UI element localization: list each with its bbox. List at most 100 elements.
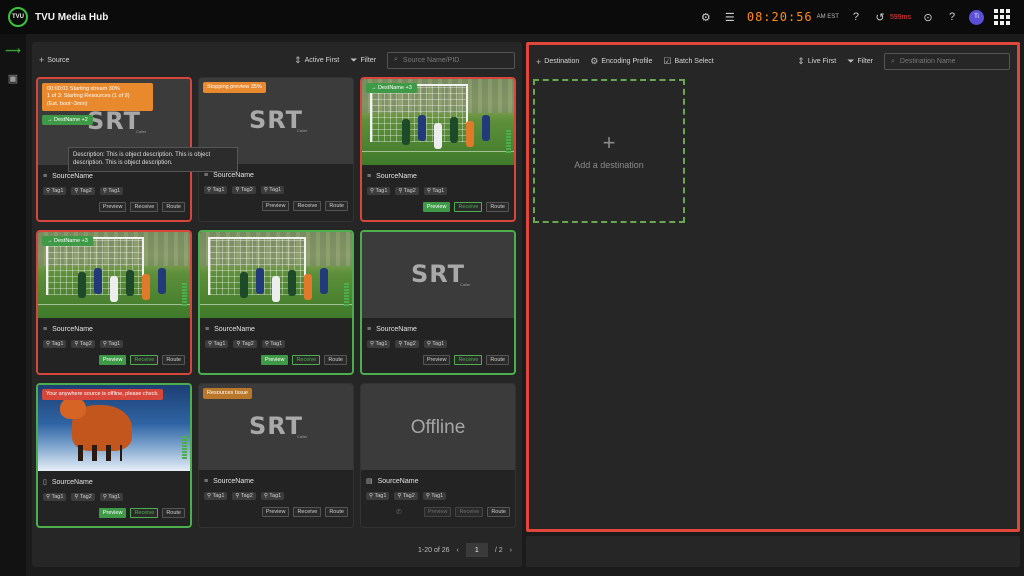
source-thumbnail[interactable]: SRT Caller — [362, 232, 514, 318]
receive-button[interactable]: Receive — [130, 355, 159, 365]
add-destination-button[interactable]: + Destination — [536, 57, 579, 67]
route-button[interactable]: Route — [486, 202, 509, 212]
pagination-range: 1-20 of 26 — [417, 546, 450, 554]
preview-button[interactable]: Preview — [98, 355, 127, 365]
wifi-icon[interactable]: ? — [849, 10, 863, 24]
encoding-profile-button[interactable]: ⚙ Encoding Profile — [590, 56, 652, 67]
receive-button[interactable]: Receive — [130, 508, 159, 518]
destination-pill[interactable]: → DestName +3 — [42, 236, 93, 246]
tag-label: Tag1 — [375, 188, 388, 194]
tag: ⚲ Tag2 — [394, 492, 418, 500]
source-thumbnail[interactable]: → DestName +3 — [362, 79, 514, 165]
source-search-input[interactable]: ⌕ Source Name/PID — [387, 51, 515, 69]
prev-page-icon[interactable]: ‹ — [457, 547, 459, 554]
source-thumbnail[interactable]: Offline — [361, 384, 515, 470]
source-thumbnail[interactable]: Your anywhere source is offline, please … — [38, 385, 190, 471]
route-button[interactable]: Route — [325, 507, 348, 517]
preview-button[interactable]: Preview — [98, 508, 127, 518]
route-button[interactable]: Route — [162, 202, 185, 212]
source-card[interactable]: Offline ▤ SourceName ⚲ Tag1 ⚲ Tag2 ⚲ Tag1 ✆ Pre… — [360, 383, 516, 528]
batch-select-button[interactable]: ☑ Batch Select — [663, 56, 713, 67]
destination-pill[interactable]: → DestName +3 — [366, 83, 417, 93]
routes-icon[interactable]: ⟿ — [0, 36, 26, 64]
settings-icon[interactable]: ⚙ — [699, 10, 713, 24]
tag-list: ⚲ Tag1 ⚲ Tag2 ⚲ Tag1 — [204, 492, 348, 500]
tag: ⚲ Tag1 — [423, 340, 448, 348]
sort-active-first-button[interactable]: ⇕ Active First — [294, 55, 339, 66]
receive-button[interactable]: Receive — [454, 355, 483, 365]
tag-label: Tag1 — [51, 341, 64, 347]
tag-label: Tag1 — [51, 188, 64, 194]
audio-meter — [182, 282, 187, 306]
receive-button[interactable]: Receive — [130, 202, 159, 212]
add-destination-card[interactable]: + Add a destination — [533, 79, 685, 223]
preview-button[interactable]: Preview — [422, 202, 451, 212]
apps-grid-icon[interactable] — [994, 9, 1010, 25]
app-logo[interactable]: TVU — [8, 7, 28, 27]
route-button[interactable]: Route — [486, 355, 509, 365]
preview-button[interactable]: Preview — [423, 507, 452, 517]
source-info: ▤ SourceName ⚲ Tag1 ⚲ Tag2 ⚲ Tag1 ✆ Preview Rec… — [361, 470, 515, 522]
history-icon[interactable]: ↺ — [873, 10, 887, 24]
source-thumbnail[interactable]: → DestName +3 — [38, 232, 190, 318]
destination-filter-button[interactable]: ⏷ Filter — [847, 56, 873, 67]
source-name: SourceName — [213, 477, 254, 485]
page-number-input[interactable]: 1 — [465, 543, 488, 557]
source-card[interactable]: → DestName +3 ≡ SourceName ⚲ Tag1 ⚲ Tag2 ⚲ Ta… — [360, 77, 516, 222]
source-card[interactable]: SRT Caller Resources Issue ≡ SourceName ⚲ Tag… — [198, 383, 354, 528]
source-card[interactable]: Your anywhere source is offline, please … — [36, 383, 192, 528]
route-button[interactable]: Route — [162, 355, 185, 365]
calendar-icon[interactable]: ▣ — [0, 64, 26, 92]
preview-button[interactable]: Preview — [261, 201, 290, 211]
preview-button[interactable]: Preview — [260, 355, 289, 365]
tag-label: Tag1 — [431, 493, 444, 499]
preview-button[interactable]: Preview — [98, 202, 127, 212]
source-thumbnail[interactable] — [200, 232, 352, 318]
arrow-right-icon: → — [47, 117, 55, 123]
avatar[interactable]: Ti — [969, 9, 984, 25]
destination-pill[interactable]: → DestName +2 — [42, 115, 93, 125]
status-badge: Resources Issue — [203, 388, 252, 400]
srt-caller-label: Caller — [297, 434, 308, 439]
tag-label: Tag2 — [79, 494, 92, 500]
destination-search-input[interactable]: ⌕ Destination Name — [884, 53, 1010, 70]
source-card[interactable]: → DestName +3 ≡ SourceName ⚲ Tag1 ⚲ Tag2 ⚲ Ta… — [36, 230, 192, 375]
route-button[interactable]: Route — [324, 355, 347, 365]
destination-footer — [526, 536, 1020, 567]
help-icon[interactable]: ? — [945, 10, 959, 24]
srt-logo: SRT — [248, 106, 304, 134]
receive-button[interactable]: Receive — [293, 507, 322, 517]
tag: ⚲ Tag1 — [367, 340, 391, 348]
receive-button[interactable]: Receive — [455, 507, 484, 517]
route-button[interactable]: Route — [162, 508, 185, 518]
source-filter-button[interactable]: ⏷ Filter — [350, 55, 376, 66]
receive-button[interactable]: Receive — [454, 202, 483, 212]
gear-icon: ⚙ — [590, 56, 599, 66]
sort-live-first-button[interactable]: ⇕ Live First — [797, 56, 836, 67]
add-source-button[interactable]: + Source — [39, 55, 69, 65]
tag: ⚲ Tag2 — [233, 340, 257, 348]
audio-meter — [344, 282, 349, 306]
tag-label: Tag1 — [213, 341, 226, 347]
tag-label: Tag2 — [402, 493, 415, 499]
download-icon[interactable]: ⊙ — [921, 10, 935, 24]
filter-icon: ⏷ — [350, 54, 358, 65]
phone-call-icon[interactable]: ✆ — [396, 508, 402, 516]
tag: ⚲ Tag1 — [261, 340, 286, 348]
receive-button[interactable]: Receive — [292, 355, 321, 365]
route-button[interactable]: Route — [325, 201, 348, 211]
card-actions: Preview Receive Route — [204, 201, 348, 211]
source-thumbnail[interactable]: SRT Caller Resources Issue — [199, 384, 353, 470]
next-page-icon[interactable]: › — [510, 547, 512, 554]
plus-icon: + — [39, 55, 45, 65]
route-button[interactable]: Route — [487, 507, 510, 517]
storage-icon[interactable]: ☰ — [723, 10, 737, 24]
source-name: SourceName — [52, 172, 93, 180]
source-panel: + Source ⇕ Active First ⏷ Filter ⌕ Source Na… — [32, 42, 522, 567]
source-card[interactable]: ≡ SourceName ⚲ Tag1 ⚲ Tag2 ⚲ Tag1 Preview Rece… — [198, 230, 354, 375]
preview-button[interactable]: Preview — [261, 507, 290, 517]
preview-button[interactable]: Preview — [422, 355, 451, 365]
arrow-right-icon: → — [371, 85, 379, 91]
source-card[interactable]: SRT Caller ≡ SourceName ⚲ Tag1 ⚲ Tag2 ⚲ Tag1 Pr… — [360, 230, 516, 375]
receive-button[interactable]: Receive — [293, 201, 322, 211]
